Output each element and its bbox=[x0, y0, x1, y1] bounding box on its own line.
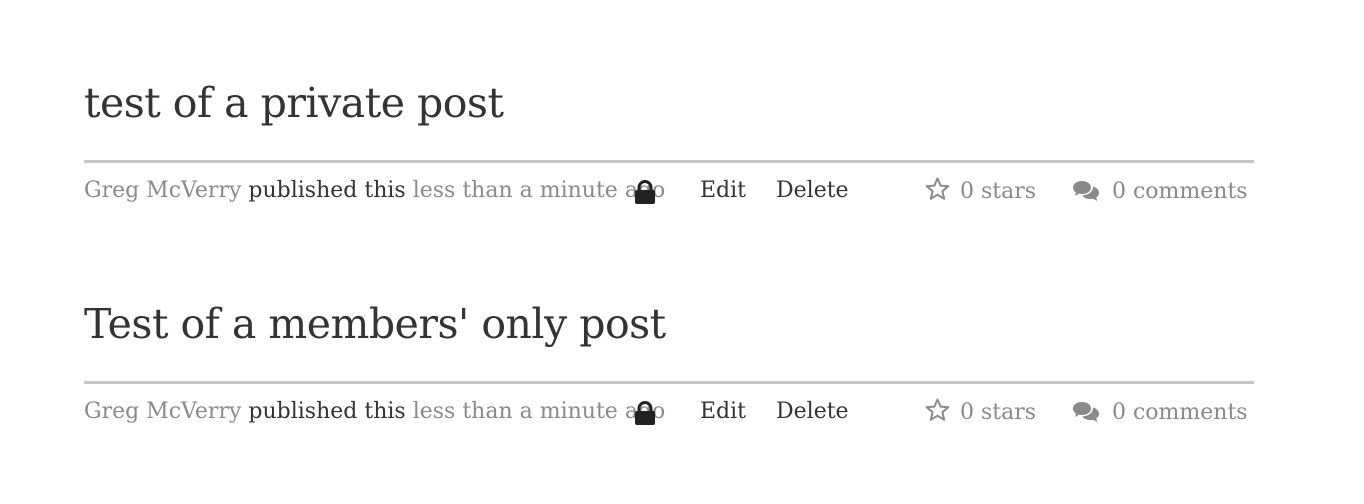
stars-count: 0 stars bbox=[960, 179, 1037, 204]
star-icon bbox=[925, 177, 950, 200]
post-divider bbox=[84, 160, 1254, 163]
delete-button[interactable]: Delete bbox=[776, 394, 849, 430]
post-divider bbox=[84, 381, 1254, 384]
post-meta: Greg McVerry published this less than a … bbox=[84, 394, 1254, 430]
comments-icon bbox=[1073, 402, 1099, 422]
edit-button[interactable]: Edit bbox=[700, 394, 746, 430]
author-link[interactable]: Greg McVerry bbox=[84, 178, 241, 203]
comments-count: 0 comments bbox=[1112, 400, 1248, 425]
published-label: published this bbox=[248, 178, 406, 203]
star-button[interactable]: 0 stars bbox=[925, 395, 1036, 431]
post-time-link[interactable]: less than a minute ago bbox=[413, 399, 666, 424]
post-title-link[interactable]: Test of a members' only post bbox=[84, 299, 1254, 349]
comments-icon bbox=[1073, 181, 1099, 201]
comments-count: 0 comments bbox=[1112, 179, 1248, 204]
delete-button[interactable]: Delete bbox=[776, 173, 849, 209]
post-title-link[interactable]: test of a private post bbox=[84, 78, 1254, 128]
post-meta: Greg McVerry published this less than a … bbox=[84, 173, 1254, 209]
edit-button[interactable]: Edit bbox=[700, 173, 746, 209]
comments-link[interactable]: 0 comments bbox=[1072, 174, 1248, 210]
byline: Greg McVerry published this less than a … bbox=[84, 173, 665, 209]
post-time-link[interactable]: less than a minute ago bbox=[413, 178, 666, 203]
star-button[interactable]: 0 stars bbox=[925, 174, 1036, 210]
author-link[interactable]: Greg McVerry bbox=[84, 399, 241, 424]
byline: Greg McVerry published this less than a … bbox=[84, 394, 665, 430]
post-entry: test of a private post Greg McVerry publ… bbox=[84, 78, 1254, 209]
stars-count: 0 stars bbox=[960, 400, 1037, 425]
star-icon bbox=[925, 398, 950, 421]
lock-icon bbox=[634, 401, 656, 425]
comments-link[interactable]: 0 comments bbox=[1072, 395, 1248, 431]
published-label: published this bbox=[248, 399, 406, 424]
lock-icon bbox=[634, 180, 656, 204]
post-entry: Test of a members' only post Greg McVerr… bbox=[84, 299, 1254, 430]
